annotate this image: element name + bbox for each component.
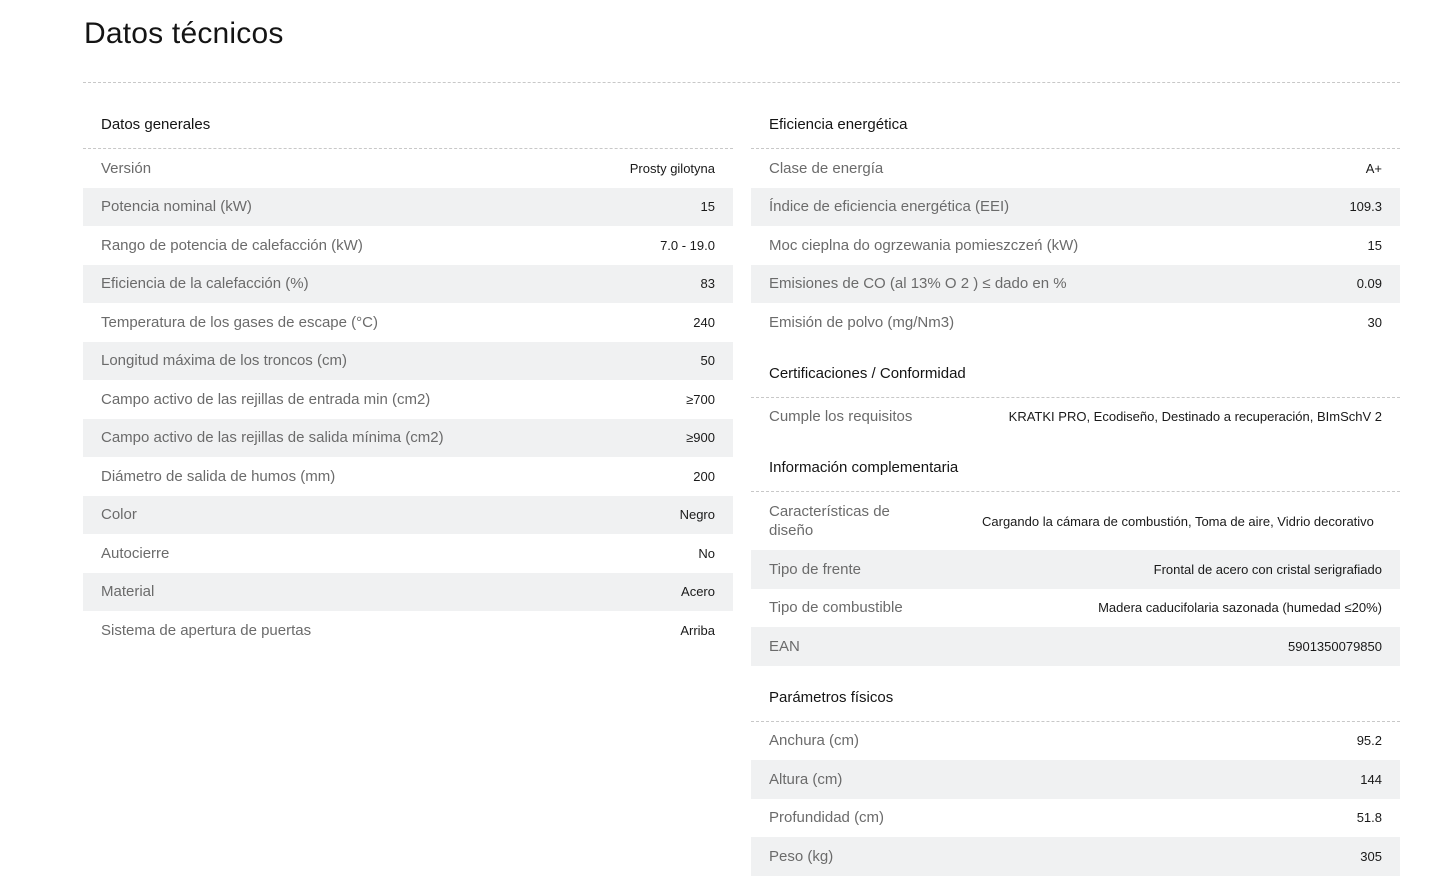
spec-row-requirements: Cumple los requisitos KRATKI PRO, Ecodis… [751, 398, 1400, 437]
spec-label: Versión [101, 159, 152, 177]
spec-row-ean: EAN 5901350079850 [751, 627, 1400, 666]
section-heading-energy: Eficiencia energética [751, 105, 1400, 149]
spec-label: Anchura (cm) [769, 732, 860, 750]
spec-value: 15 [1367, 237, 1382, 253]
spec-value: ≥900 [686, 430, 715, 446]
spec-row-weight: Peso (kg) 305 [751, 837, 1400, 876]
spec-value: Negro [679, 507, 715, 523]
spec-value: 305 [1360, 848, 1382, 864]
spec-value: 0.09 [1356, 276, 1382, 292]
spec-value: Madera caducifolaria sazonada (humedad ≤… [1098, 600, 1382, 616]
spec-value: A+ [1365, 160, 1382, 176]
section-heading-certifications: Certificaciones / Conformidad [751, 354, 1400, 398]
spec-value: 7.0 - 19.0 [660, 237, 715, 253]
spec-value: 5901350079850 [1288, 638, 1382, 654]
spec-label: Moc cieplna do ogrzewania pomieszczeń (k… [769, 236, 1079, 254]
spec-label: Clase de energía [769, 159, 884, 177]
spec-label: Autocierre [101, 544, 170, 562]
spec-row-version: Versión Prosty gilotyna [83, 149, 733, 188]
spec-value: 51.8 [1356, 810, 1382, 826]
spec-row-heating-efficiency: Eficiencia de la calefacción (%) 83 [83, 264, 733, 303]
spec-row-energy-class: Clase de energía A+ [751, 149, 1400, 188]
section-heading-physical: Parámetros físicos [751, 678, 1400, 722]
spec-value: 109.3 [1349, 199, 1382, 215]
spec-value: No [698, 545, 715, 561]
spec-value: Frontal de acero con cristal serigrafiad… [1153, 561, 1382, 577]
spec-row-front-type: Tipo de frente Frontal de acero con cris… [751, 550, 1400, 589]
spec-row-flue-diameter: Diámetro de salida de humos (mm) 200 [83, 457, 733, 496]
spec-label: Rango de potencia de calefacción (kW) [101, 236, 363, 254]
spec-label: Peso (kg) [769, 847, 834, 865]
spec-row-inlet-grille-area: Campo activo de las rejillas de entrada … [83, 380, 733, 419]
spec-value: 240 [693, 314, 715, 330]
spec-label: Cumple los requisitos [769, 408, 913, 426]
spec-row-nominal-power: Potencia nominal (kW) 15 [83, 187, 733, 226]
spec-row-co-emissions: Emisiones de CO (al 13% O 2 ) ≤ dado en … [751, 264, 1400, 303]
spec-label: Tipo de frente [769, 560, 861, 578]
spec-row-color: Color Negro [83, 495, 733, 534]
title-divider [83, 82, 1400, 83]
spec-label: Color [101, 506, 137, 524]
right-specs-column: Eficiencia energética Clase de energía A… [751, 105, 1400, 876]
spec-label: Campo activo de las rejillas de entrada … [101, 390, 431, 408]
spec-label: Material [101, 583, 155, 601]
spec-row-fuel-type: Tipo de combustible Madera caducifolaria… [751, 589, 1400, 628]
spec-value: 15 [700, 199, 715, 215]
spec-value: 144 [1360, 771, 1382, 787]
spec-label: Eficiencia de la calefacción (%) [101, 275, 309, 293]
spec-value: 95.2 [1356, 733, 1382, 749]
spec-row-eei: Índice de eficiencia energética (EEI) 10… [751, 187, 1400, 226]
spec-label: Sistema de apertura de puertas [101, 621, 312, 639]
spec-label: Longitud máxima de los troncos (cm) [101, 352, 347, 370]
spec-row-dust-emission: Emisión de polvo (mg/Nm3) 30 [751, 303, 1400, 342]
spec-row-room-heat-output: Moc cieplna do ogrzewania pomieszczeń (k… [751, 226, 1400, 265]
spec-value: Cargando la cámara de combustión, Toma d… [982, 513, 1374, 529]
spec-value: 30 [1367, 314, 1382, 330]
spec-row-self-closing: Autocierre No [83, 534, 733, 573]
spec-value: Acero [681, 584, 715, 600]
spec-label: Características de diseño [769, 503, 890, 539]
general-data-section: Datos generales Versión Prosty gilotyna … [83, 105, 733, 650]
page-title: Datos técnicos [84, 17, 284, 50]
spec-row-height: Altura (cm) 144 [751, 760, 1400, 799]
spec-label: Profundidad (cm) [769, 809, 885, 827]
spec-value: Prosty gilotyna [629, 160, 715, 176]
spec-label: Tipo de combustible [769, 599, 903, 617]
spec-row-exhaust-temperature: Temperatura de los gases de escape (°C) … [83, 303, 733, 342]
section-heading-general: Datos generales [83, 105, 733, 149]
spec-value: 83 [700, 276, 715, 292]
spec-label: EAN [769, 637, 800, 655]
spec-label: Diámetro de salida de humos (mm) [101, 467, 336, 485]
spec-value: 50 [700, 353, 715, 369]
spec-value: 200 [693, 468, 715, 484]
spec-value: Arriba [680, 622, 715, 638]
spec-row-depth: Profundidad (cm) 51.8 [751, 799, 1400, 838]
spec-label: Índice de eficiencia energética (EEI) [769, 198, 1010, 216]
spec-label: Altura (cm) [769, 770, 843, 788]
spec-row-max-log-length: Longitud máxima de los troncos (cm) 50 [83, 341, 733, 380]
spec-row-outlet-grille-area: Campo activo de las rejillas de salida m… [83, 418, 733, 457]
spec-row-material: Material Acero [83, 572, 733, 611]
spec-row-door-opening: Sistema de apertura de puertas Arriba [83, 611, 733, 650]
spec-label: Campo activo de las rejillas de salida m… [101, 429, 444, 447]
spec-row-design-features: Características de diseño Cargando la cá… [751, 492, 1400, 550]
spec-label: Potencia nominal (kW) [101, 198, 252, 216]
spec-value: ≥700 [686, 391, 715, 407]
spec-label: Temperatura de los gases de escape (°C) [101, 313, 378, 331]
spec-row-power-range: Rango de potencia de calefacción (kW) 7.… [83, 226, 733, 265]
spec-label: Emisión de polvo (mg/Nm3) [769, 313, 955, 331]
section-heading-additional-info: Información complementaria [751, 448, 1400, 492]
spec-label: Emisiones de CO (al 13% O 2 ) ≤ dado en … [769, 275, 1067, 293]
spec-value: KRATKI PRO, Ecodiseño, Destinado a recup… [1008, 409, 1382, 425]
spec-row-width: Anchura (cm) 95.2 [751, 722, 1400, 761]
